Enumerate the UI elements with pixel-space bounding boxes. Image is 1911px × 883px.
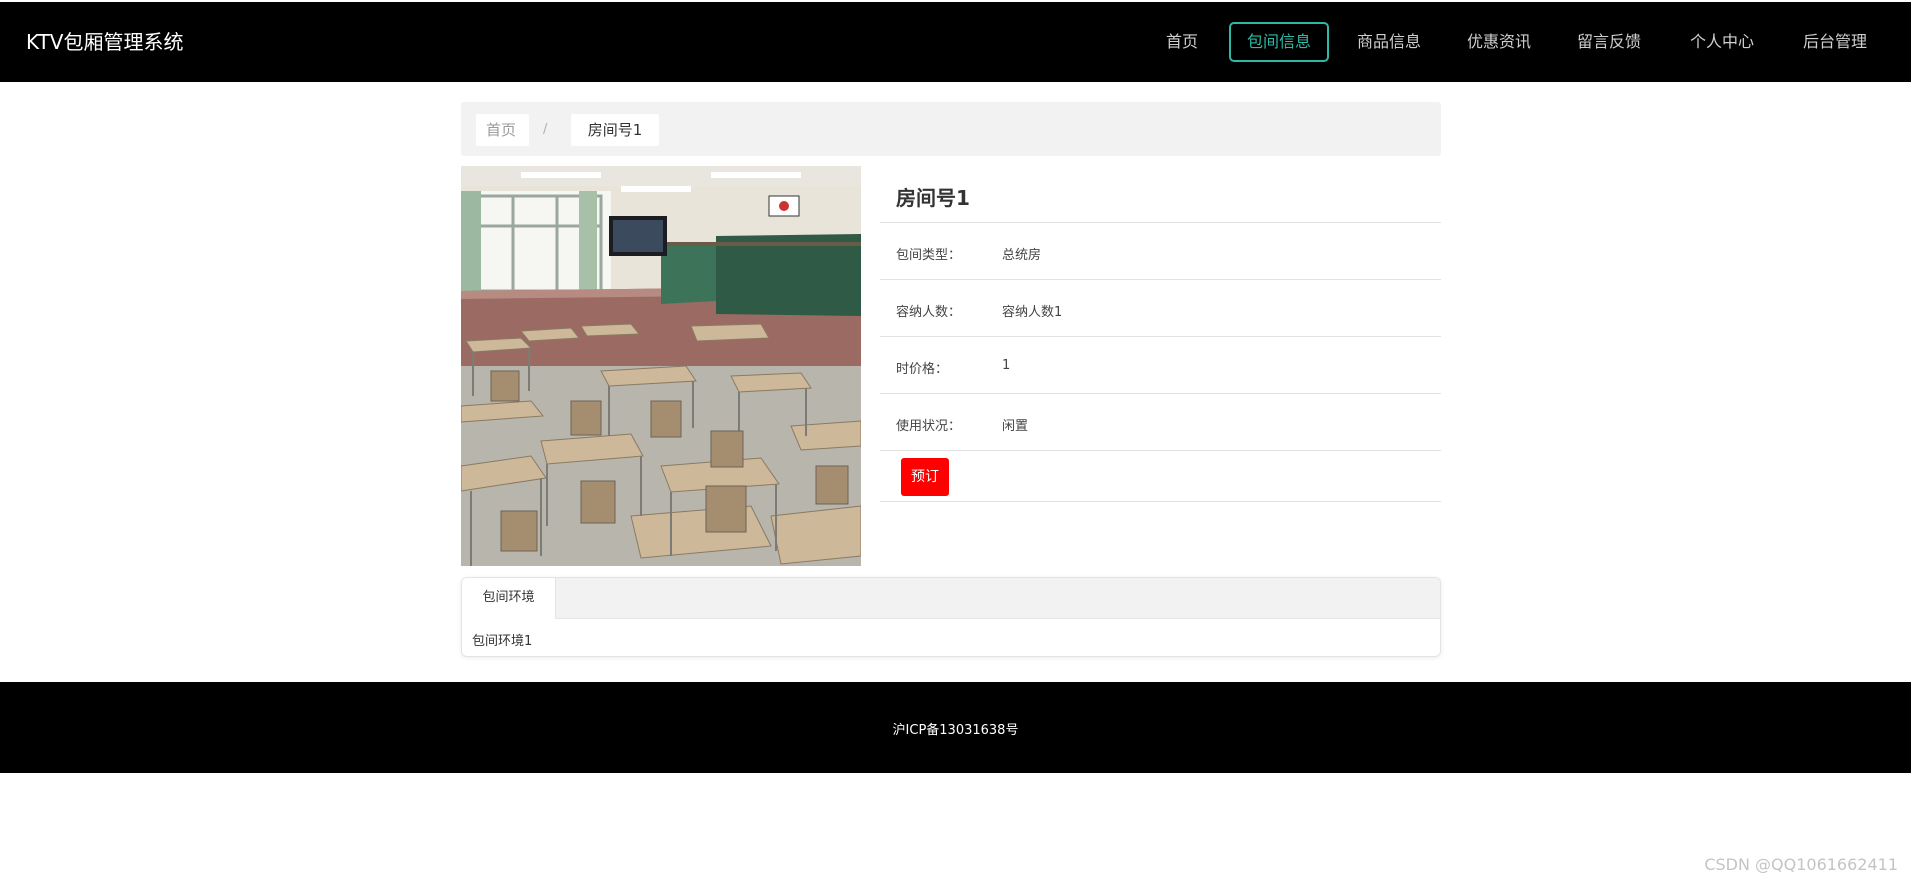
nav-item-products[interactable]: 商品信息 [1357,22,1421,62]
breadcrumb: 首页 / 房间号1 [461,102,1441,156]
divider [880,222,1441,223]
divider [880,336,1441,337]
top-navbar: KTV包厢管理系统 首页 包间信息 商品信息 优惠资讯 留言反馈 个人中心 后台… [0,2,1911,82]
tab-room-environment[interactable]: 包间环境 [462,578,556,619]
field-value-capacity: 容纳人数1 [1002,305,1063,320]
field-label-hourly-price: 时价格： [896,362,949,377]
footer: 沪ICP备13031638号 [0,682,1911,773]
tab-content: 包间环境1 [472,634,533,649]
room-environment-panel: 包间环境 包间环境1 [461,577,1441,657]
nav-item-profile[interactable]: 个人中心 [1690,22,1754,62]
field-label-capacity: 容纳人数： [896,305,962,320]
field-label-room-type: 包间类型： [896,248,962,263]
nav-item-promotions[interactable]: 优惠资讯 [1467,22,1531,62]
divider [880,393,1441,394]
breadcrumb-current: 房间号1 [571,114,659,146]
nav-item-feedback[interactable]: 留言反馈 [1577,22,1641,62]
nav-item-admin[interactable]: 后台管理 [1803,22,1867,62]
main-nav: 首页 包间信息 商品信息 优惠资讯 留言反馈 个人中心 后台管理 [0,22,1911,62]
field-value-hourly-price: 1 [1002,358,1011,373]
room-photo [461,166,861,566]
breadcrumb-home-link[interactable]: 首页 [476,114,529,146]
room-title: 房间号1 [896,186,970,210]
field-value-room-type: 总统房 [1002,248,1042,263]
field-label-usage-status: 使用状况： [896,419,962,434]
divider [880,279,1441,280]
csdn-watermark: CSDN @QQ1061662411 [1704,855,1898,874]
divider [880,501,1441,502]
breadcrumb-separator: / [543,122,548,137]
icp-record: 沪ICP备13031638号 [892,723,1019,738]
book-button[interactable]: 预订 [901,458,949,496]
nav-item-rooms[interactable]: 包间信息 [1229,22,1329,62]
tab-bar: 包间环境 [462,578,1440,619]
divider [880,450,1441,451]
field-value-usage-status: 闲置 [1002,419,1029,434]
nav-item-home[interactable]: 首页 [1166,22,1198,62]
